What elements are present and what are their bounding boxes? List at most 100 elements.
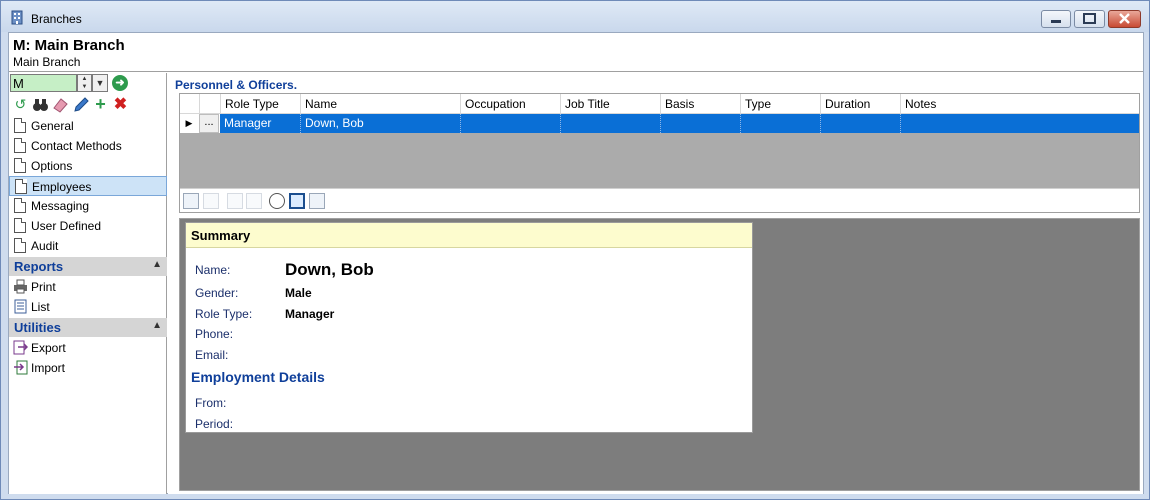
action-print[interactable]: Print [9, 277, 167, 297]
move-up-icon[interactable] [227, 193, 243, 209]
detail-view-icon[interactable] [289, 193, 305, 209]
section-utilities[interactable]: Utilities ▲ [9, 318, 167, 337]
eraser-icon[interactable] [52, 96, 69, 113]
cell-occupation[interactable] [460, 114, 560, 133]
chevron-up-icon[interactable]: ▲ [152, 259, 162, 270]
row-indicator-icon: ▶ [185, 118, 193, 128]
column-header-name[interactable]: Name [300, 94, 460, 114]
history-icon[interactable]: ↺ [12, 96, 29, 113]
field-value-role-type: Manager [285, 307, 335, 321]
field-label-phone: Phone: [195, 327, 234, 341]
cell-name[interactable]: Down, Bob [300, 114, 460, 133]
close-button[interactable] [1108, 10, 1141, 28]
maximize-icon [1083, 13, 1096, 24]
delete-icon[interactable]: ✖ [112, 96, 129, 113]
sidebar-item-label: General [31, 119, 74, 133]
action-export[interactable]: Export [9, 338, 167, 358]
sidebar-item-user-defined[interactable]: User Defined [9, 216, 167, 236]
table-row[interactable]: ▶ ... Manager Down, Bob [180, 114, 1139, 133]
code-spinner[interactable]: ▲ ▼ [77, 74, 92, 92]
title-bar: Branches [1, 1, 1149, 32]
column-header-type[interactable]: Type [740, 94, 820, 114]
chevron-down-icon[interactable]: ▼ [92, 74, 108, 92]
sidebar-item-options[interactable]: Options [9, 156, 167, 176]
client-area: M: Main Branch Main Branch M ▲ ▼ ▼ ➜ ↺ +… [8, 32, 1144, 494]
code-combo[interactable]: M [10, 74, 77, 92]
summary-header: Summary [186, 223, 752, 248]
page-icon [14, 158, 26, 173]
sidebar-item-label: Options [31, 159, 73, 173]
header-spacer [199, 94, 220, 114]
sidebar-item-label: Employees [32, 180, 92, 194]
pencil-icon[interactable] [72, 96, 89, 113]
spin-down-icon[interactable]: ▼ [78, 83, 91, 91]
cell-notes[interactable] [900, 114, 1139, 133]
sidebar-item-label: User Defined [31, 219, 102, 233]
summary-title: Summary [191, 228, 251, 243]
cell-job-title[interactable] [560, 114, 660, 133]
page-icon [14, 198, 26, 213]
summary-card: Summary Name: Down, Bob Gender: Male Rol… [185, 222, 753, 433]
spin-up-icon[interactable]: ▲ [78, 75, 91, 83]
detail-panel: Summary Name: Down, Bob Gender: Male Rol… [179, 218, 1140, 491]
cell-type[interactable] [740, 114, 820, 133]
main-panel: Personnel & Officers. Role Type Name Occ… [168, 73, 1143, 494]
record-title: M: Main Branch [13, 37, 125, 54]
action-label: Print [31, 280, 56, 294]
chevron-up-icon[interactable]: ▲ [152, 320, 162, 331]
page-icon [14, 118, 26, 133]
remove-row-icon[interactable] [203, 193, 219, 209]
binoculars-icon[interactable] [32, 96, 49, 113]
grid-toolbar [180, 188, 1139, 212]
sidebar-item-messaging[interactable]: Messaging [9, 196, 167, 216]
record-header: M: Main Branch Main Branch [9, 33, 1143, 72]
sidebar-item-label: Contact Methods [31, 139, 122, 153]
sidebar-item-label: Messaging [31, 199, 90, 213]
cell-basis[interactable] [660, 114, 740, 133]
sidebar: M ▲ ▼ ▼ ➜ ↺ + ✖ General Contact Methods … [9, 73, 167, 494]
list-icon [13, 299, 28, 314]
move-down-icon[interactable] [246, 193, 262, 209]
selected-row[interactable]: Manager Down, Bob [220, 114, 1139, 133]
field-value-name: Down, Bob [285, 260, 374, 279]
column-header-job-title[interactable]: Job Title [560, 94, 660, 114]
cell-role-type[interactable]: Manager [220, 114, 300, 133]
clock-icon[interactable] [269, 193, 285, 209]
panel-caption: Personnel & Officers. [175, 78, 298, 92]
building-icon [11, 10, 23, 25]
page-icon [14, 218, 26, 233]
section-reports[interactable]: Reports ▲ [9, 257, 167, 276]
action-label: List [31, 300, 50, 314]
action-import[interactable]: Import [9, 358, 167, 378]
section-title: Utilities [14, 320, 61, 335]
field-label-from: From: [195, 396, 227, 410]
column-header-role-type[interactable]: Role Type [220, 94, 300, 114]
column-header-occupation[interactable]: Occupation [460, 94, 560, 114]
column-header-basis[interactable]: Basis [660, 94, 740, 114]
sidebar-item-contact-methods[interactable]: Contact Methods [9, 136, 167, 156]
column-header-notes[interactable]: Notes [900, 94, 1139, 114]
field-label-gender: Gender: [195, 286, 239, 300]
printer-icon [13, 279, 28, 294]
minimize-button[interactable] [1041, 10, 1071, 28]
add-row-icon[interactable] [183, 193, 199, 209]
page-audit-icon [14, 238, 26, 253]
section-title: Reports [14, 259, 64, 274]
maximize-button[interactable] [1074, 10, 1105, 28]
field-label-role-type: Role Type: [195, 307, 253, 321]
cell-duration[interactable] [820, 114, 900, 133]
row-menu-button[interactable]: ... [199, 114, 219, 133]
field-value-gender: Male [285, 286, 312, 300]
sidebar-item-general[interactable]: General [9, 116, 167, 136]
sidebar-item-audit[interactable]: Audit [9, 236, 167, 256]
sidebar-item-employees[interactable]: Employees [9, 176, 167, 196]
add-icon[interactable]: + [92, 95, 109, 113]
grid-view-icon[interactable] [309, 193, 325, 209]
action-list[interactable]: List [9, 297, 167, 317]
field-label-period: Period: [195, 417, 234, 431]
grid-header: Role Type Name Occupation Job Title Basi… [180, 94, 1139, 114]
column-header-duration[interactable]: Duration [820, 94, 900, 114]
go-arrow-icon[interactable]: ➜ [112, 75, 128, 91]
code-value[interactable]: M [13, 76, 24, 91]
import-icon [13, 360, 28, 375]
